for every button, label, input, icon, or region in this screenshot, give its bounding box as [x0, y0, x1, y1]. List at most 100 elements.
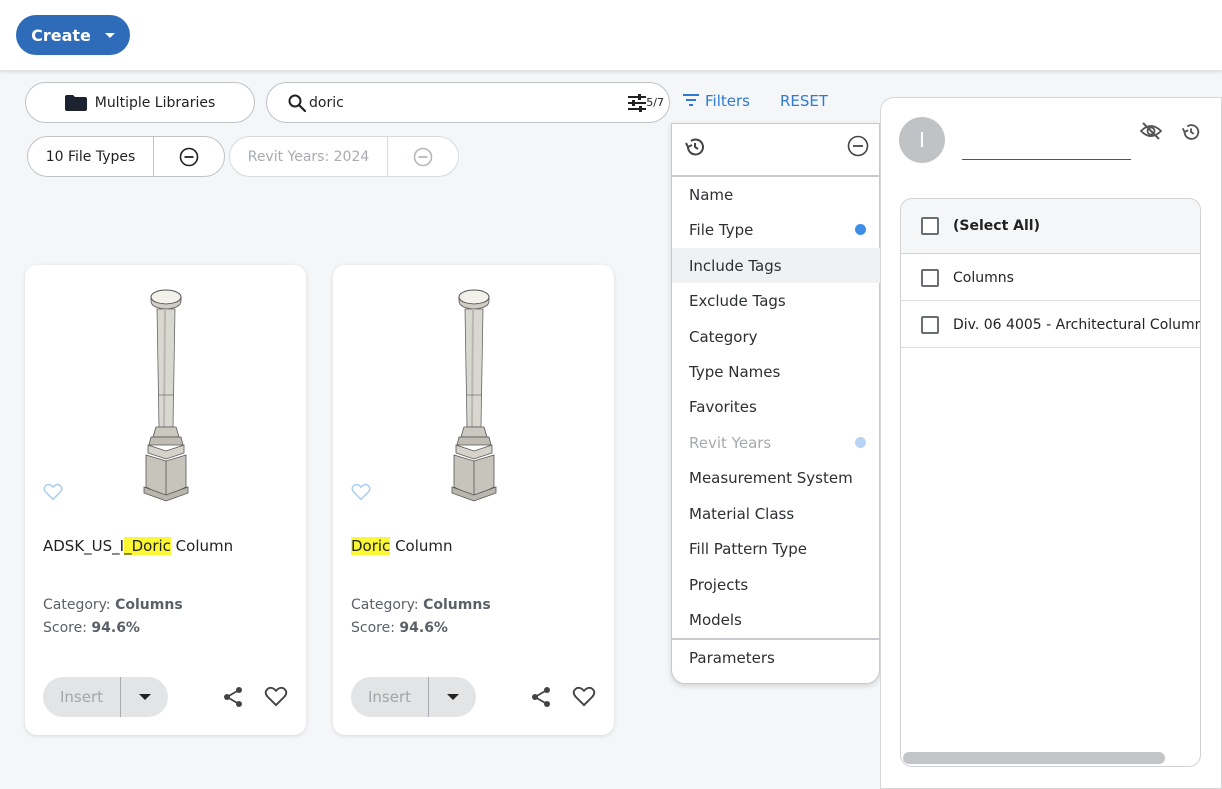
filter-item-label: File Type: [689, 220, 754, 239]
file-types-chip[interactable]: 10 File Types: [27, 136, 225, 177]
caret-down-icon: [138, 694, 151, 700]
filter-item-label: Material Class: [689, 504, 795, 523]
insert-button[interactable]: Insert: [43, 677, 121, 717]
card-score: Score: 94.6%: [351, 620, 448, 636]
filter-item-label: Revit Years: [689, 433, 772, 452]
revit-years-chip[interactable]: Revit Years: 2024: [229, 136, 459, 177]
tune-icon[interactable]: [627, 94, 647, 116]
remove-circle-icon[interactable]: [388, 147, 458, 167]
filter-item-label: Parameters: [689, 648, 775, 667]
file-types-label: 10 File Types: [28, 137, 154, 176]
heart-outline-icon[interactable]: [43, 483, 63, 505]
category-value: Columns: [115, 597, 183, 613]
list-item-label: Div. 06 4005 - Architectural Columns: [953, 316, 1201, 333]
remove-circle-icon[interactable]: [154, 147, 224, 167]
history-icon[interactable]: [683, 135, 707, 163]
filter-item-include-tags[interactable]: Include Tags: [672, 248, 880, 283]
active-dot: [855, 437, 866, 448]
card-title: Doric Column: [351, 537, 453, 555]
filter-item-label: Models: [689, 610, 742, 629]
filter-item-material-class[interactable]: Material Class: [672, 496, 880, 531]
filter-item-measurement-system[interactable]: Measurement System: [672, 460, 880, 495]
revit-years-label: Revit Years: 2024: [230, 137, 388, 176]
category-label: Category:: [351, 597, 419, 613]
library-label: Multiple Libraries: [94, 94, 216, 111]
filter-item-label: Type Names: [689, 362, 781, 381]
filter-item-label: Favorites: [689, 397, 757, 416]
select-all-label: (Select All): [953, 218, 1040, 234]
filters-label: Filters: [705, 92, 750, 110]
filter-item-label: Projects: [689, 575, 749, 594]
filter-item-models[interactable]: Models: [672, 602, 880, 637]
filter-item-type-names[interactable]: Type Names: [672, 354, 880, 389]
filter-item-revit-years[interactable]: Revit Years: [672, 425, 880, 460]
remove-circle-icon[interactable]: [847, 135, 869, 161]
select-all-row[interactable]: (Select All): [901, 199, 1200, 254]
filter-item-file-type[interactable]: File Type: [672, 212, 880, 247]
filter-search-input[interactable]: [962, 134, 1131, 160]
insert-dropdown-button[interactable]: [121, 694, 168, 700]
filters-button[interactable]: Filters: [683, 92, 750, 110]
filter-item-favorites[interactable]: Favorites: [672, 389, 880, 424]
title-highlight: _Doric: [124, 537, 171, 555]
insert-button[interactable]: Insert: [351, 677, 429, 717]
card-category: Category: Columns: [351, 597, 491, 613]
checkbox[interactable]: [921, 217, 939, 235]
insert-button-group: Insert: [351, 677, 476, 717]
top-bar: Create: [0, 0, 1222, 71]
favorite-icon[interactable]: [572, 686, 596, 711]
heart-outline-icon[interactable]: [351, 483, 371, 505]
title-prefix: ADSK_US_I: [43, 537, 125, 555]
history-icon[interactable]: [1180, 121, 1202, 147]
search-icon: [287, 93, 307, 113]
search-input[interactable]: doric: [309, 95, 344, 111]
filter-item-fill-pattern-type[interactable]: Fill Pattern Type: [672, 531, 880, 566]
list-item[interactable]: Columns: [901, 255, 1200, 301]
result-card[interactable]: Doric Column Category: Columns Score: 94…: [333, 265, 614, 735]
filter-item-projects[interactable]: Projects: [672, 567, 880, 602]
score-label: Score:: [351, 620, 395, 636]
card-score: Score: 94.6%: [43, 620, 140, 636]
filter-item-exclude-tags[interactable]: Exclude Tags: [672, 283, 880, 318]
folder-icon: [64, 94, 87, 111]
filter-item-label: Fill Pattern Type: [689, 539, 807, 558]
title-suffix: Column: [390, 537, 453, 555]
category-value: Columns: [423, 597, 491, 613]
filter-item-label: Exclude Tags: [689, 291, 786, 310]
favorite-icon[interactable]: [264, 686, 288, 711]
result-card[interactable]: ADSK_US_I_Doric Column Category: Columns…: [25, 265, 306, 735]
list-item[interactable]: Div. 06 4005 - Architectural Columns: [901, 302, 1201, 348]
category-label: Category:: [43, 597, 111, 613]
filter-item-name[interactable]: Name: [672, 177, 880, 212]
checkbox[interactable]: [921, 315, 939, 334]
list-item-label: Columns: [953, 269, 1014, 286]
values-list: (Select All) Columns Div. 06 4005 - Arch…: [900, 198, 1201, 767]
insert-button-group: Insert: [43, 677, 168, 717]
score-label: Score:: [43, 620, 87, 636]
caret-down-icon: [446, 694, 459, 700]
horizontal-scrollbar[interactable]: [903, 752, 1165, 764]
column-thumbnail: [135, 287, 197, 507]
filter-item-label: Include Tags: [689, 256, 782, 275]
filter-item-category[interactable]: Category: [672, 319, 880, 354]
title-highlight: Doric: [351, 537, 391, 555]
card-category: Category: Columns: [43, 597, 183, 613]
filter-menu: Name File Type Include Tags Exclude Tags…: [671, 123, 880, 684]
create-button[interactable]: Create: [16, 15, 130, 55]
search-bar[interactable]: doric 5/7: [266, 82, 670, 123]
checkbox[interactable]: [921, 268, 939, 287]
create-button-label: Create: [31, 25, 91, 45]
card-title: ADSK_US_I_Doric Column: [43, 537, 233, 555]
filter-values-panel: I (Select All) Columns Div. 06 4005 - Ar…: [880, 97, 1222, 789]
score-value: 94.6%: [399, 620, 448, 636]
insert-dropdown-button[interactable]: [429, 694, 476, 700]
reset-button[interactable]: RESET: [780, 92, 828, 110]
caret-down-icon: [104, 32, 115, 38]
filter-list-icon: [683, 92, 699, 110]
library-selector[interactable]: Multiple Libraries: [25, 82, 255, 123]
filter-item-label: Category: [689, 327, 758, 346]
eye-off-icon[interactable]: [1139, 121, 1163, 145]
share-icon[interactable]: [222, 686, 244, 712]
filter-item-parameters[interactable]: Parameters: [672, 640, 880, 675]
share-icon[interactable]: [530, 686, 552, 712]
